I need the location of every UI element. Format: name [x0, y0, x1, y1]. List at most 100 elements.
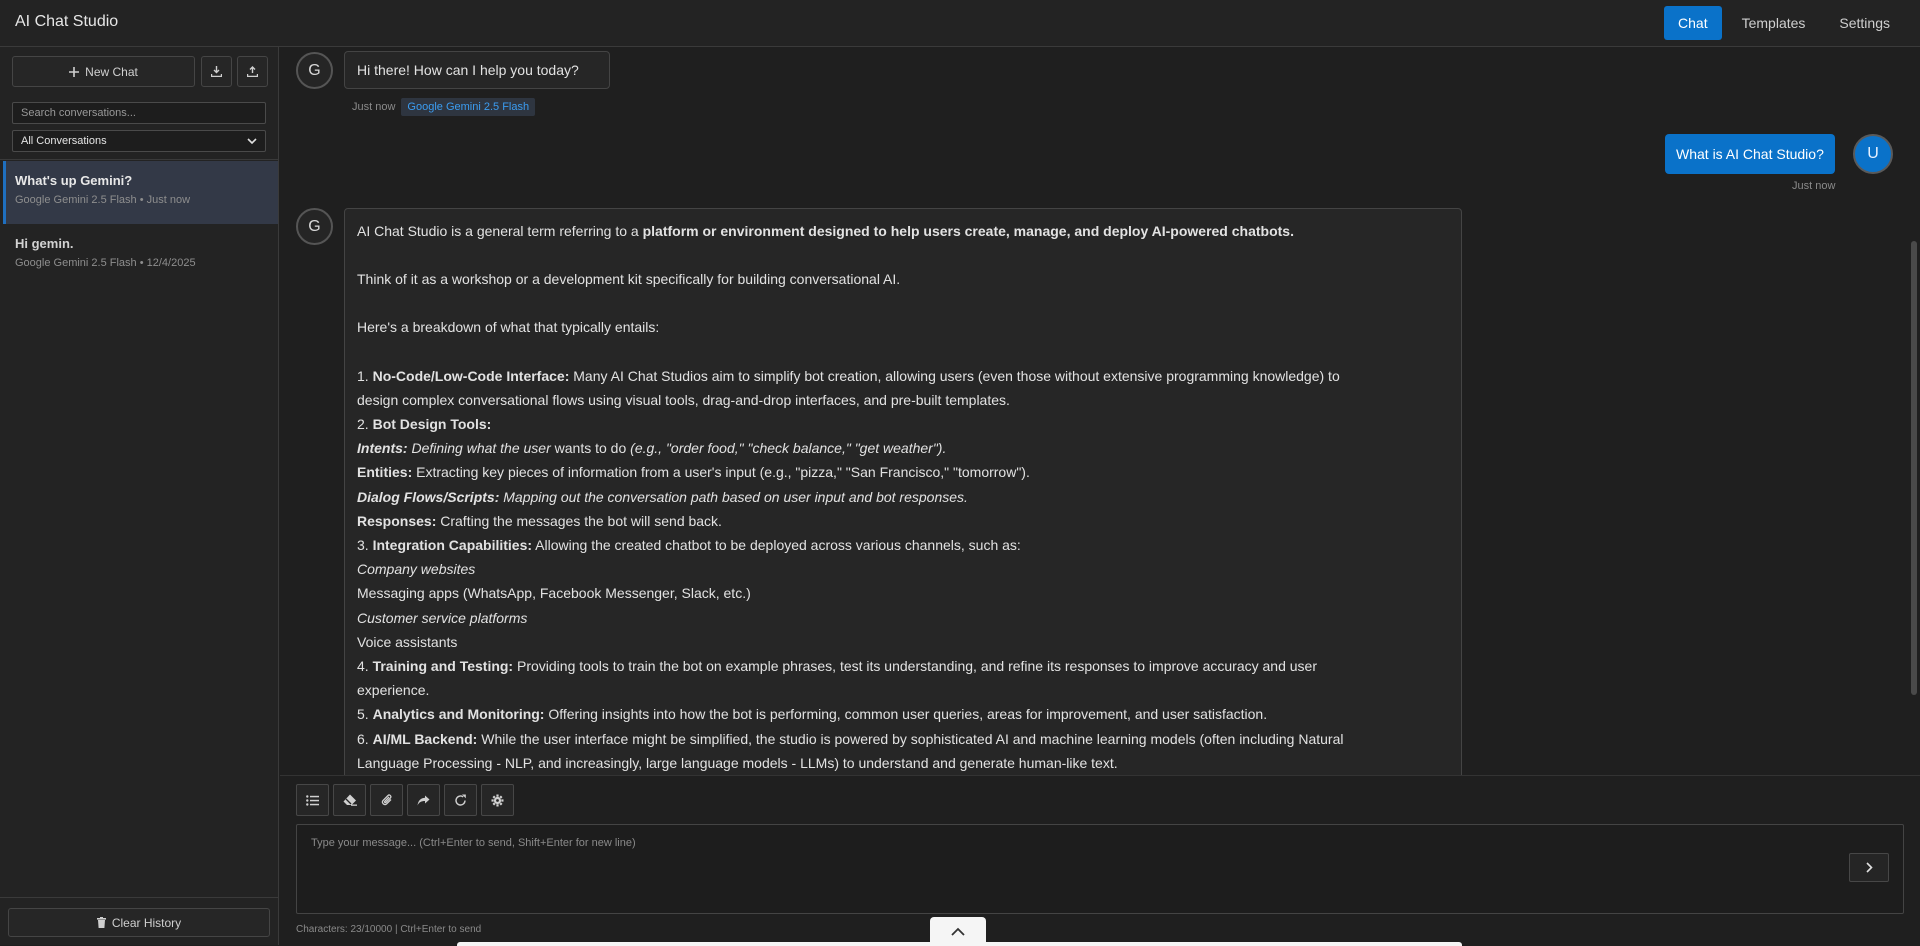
sidebar: New Chat All Conversations What's up Gem…	[0, 47, 279, 945]
bot-message: AI Chat Studio is a general term referri…	[344, 208, 1462, 775]
main-nav: Chat Templates Settings	[1658, 6, 1920, 40]
composer-toolbar	[296, 784, 517, 816]
conversation-title: What's up Gemini?	[15, 173, 133, 188]
send-button[interactable]	[1849, 853, 1889, 882]
nav-chat[interactable]: Chat	[1664, 6, 1722, 40]
conversation-filter-select[interactable]: All Conversations	[12, 130, 266, 152]
text: Offering insights into how the bot is pe…	[544, 706, 1268, 723]
list-item: Entities: Extracting key pieces of infor…	[357, 460, 1449, 484]
message-time: Just now	[352, 101, 396, 113]
bold-text: platform or environment designed to help…	[642, 223, 1294, 239]
app-title: AI Chat Studio	[15, 13, 119, 30]
text: 5.	[357, 706, 373, 723]
nav-templates[interactable]: Templates	[1728, 6, 1820, 40]
new-chat-label: New Chat	[85, 64, 138, 79]
regenerate-button[interactable]	[444, 784, 477, 816]
message-input-box	[296, 824, 1904, 914]
bot-avatar: G	[296, 52, 333, 89]
bold-text: Integration Capabilities:	[372, 537, 533, 554]
bold-text: Entities:	[357, 464, 413, 481]
text: 3.	[357, 537, 373, 554]
chat-scrollbar[interactable]	[1911, 241, 1917, 695]
list-item-cont: design complex conversational flows usin…	[357, 391, 1010, 408]
message-paragraph: Here's a breakdown of what that typicall…	[357, 319, 660, 336]
text: 6.	[357, 730, 373, 747]
bot-message: Hi there! How can I help you today?	[344, 51, 610, 89]
attach-button[interactable]	[370, 784, 403, 816]
bold-text: AI/ML Backend:	[372, 730, 478, 747]
bold-text: Bot Design Tools:	[372, 416, 492, 433]
share-button[interactable]	[407, 784, 440, 816]
plus-icon	[69, 66, 80, 77]
text: Crafting the messages the bot will send …	[436, 512, 722, 529]
message-time: Just now	[1792, 180, 1836, 192]
refresh-icon	[454, 794, 467, 807]
composer: Characters: 23/10000 | Ctrl+Enter to sen…	[280, 775, 1920, 946]
text: While the user interface might be simpli…	[477, 730, 1344, 747]
user-message: What is AI Chat Studio?	[1665, 134, 1835, 174]
list-item: Messaging apps (WhatsApp, Facebook Messe…	[357, 585, 751, 602]
message-input[interactable]	[297, 825, 1837, 913]
list-item: 3. Integration Capabilities: Allowing th…	[357, 533, 1449, 557]
list-item: 5. Analytics and Monitoring: Offering in…	[357, 702, 1449, 726]
list-item: 6. AI/ML Backend: While the user interfa…	[357, 727, 1449, 751]
conversation-subtitle: Google Gemini 2.5 Flash • Just now	[15, 194, 191, 206]
paperclip-icon	[381, 793, 393, 807]
import-button[interactable]	[237, 56, 268, 87]
list-item: Company websites	[357, 557, 1449, 581]
bot-avatar: G	[296, 208, 333, 245]
sidebar-actions: New Chat	[12, 56, 268, 87]
upload-icon	[247, 66, 258, 77]
bold-text: Responses:	[357, 512, 437, 529]
bold-text: Training and Testing:	[372, 658, 514, 675]
conversation-title: Hi gemin.	[15, 236, 74, 251]
filter-value: All Conversations	[21, 135, 107, 147]
download-icon	[211, 66, 222, 77]
list-item: Intents: Defining what the user wants to…	[357, 436, 1449, 460]
bold-italic-text: Dialog Flows/Scripts:	[357, 488, 500, 505]
clear-history-button[interactable]: Clear History	[8, 908, 270, 937]
divider	[0, 897, 279, 898]
list-item: Voice assistants	[357, 633, 458, 650]
list-item: 2. Bot Design Tools:	[357, 412, 1449, 436]
message-paragraph: AI Chat Studio is a general term referri…	[357, 219, 1449, 243]
share-icon	[417, 795, 430, 806]
bold-text: Analytics and Monitoring:	[372, 706, 545, 723]
text: Extracting key pieces of information fro…	[412, 464, 1030, 481]
user-avatar: U	[1853, 134, 1893, 174]
list-item: Dialog Flows/Scripts: Mapping out the co…	[357, 485, 1449, 509]
list-item: 4. Training and Testing: Providing tools…	[357, 654, 1449, 678]
settings-button[interactable]	[481, 784, 514, 816]
nav-settings[interactable]: Settings	[1825, 6, 1904, 40]
conversation-item[interactable]: Hi gemin. Google Gemini 2.5 Flash • 12/4…	[3, 224, 278, 287]
new-chat-button[interactable]: New Chat	[12, 56, 195, 87]
list-item: Customer service platforms	[357, 606, 1449, 630]
message-meta: Just now	[1792, 180, 1835, 192]
message-paragraph: Think of it as a workshop or a developme…	[357, 271, 901, 288]
trash-icon	[96, 917, 106, 928]
model-badge: Google Gemini 2.5 Flash	[401, 98, 536, 116]
message-text: Hi there! How can I help you today?	[357, 62, 579, 78]
clear-input-button[interactable]	[333, 784, 366, 816]
text: AI Chat Studio is a general term referri…	[357, 223, 643, 239]
search-conversations-input[interactable]	[12, 102, 266, 124]
list-item: Responses: Crafting the messages the bot…	[357, 509, 1449, 533]
text: 2.	[357, 416, 373, 433]
chat-messages[interactable]: G Hi there! How can I help you today? Ju…	[280, 47, 1920, 775]
italic-text: Company websites	[357, 561, 476, 578]
gear-icon	[491, 794, 504, 807]
expand-panel-button[interactable]	[930, 917, 986, 946]
chevron-down-icon	[247, 137, 257, 145]
chevron-up-icon	[951, 927, 965, 936]
list-icon	[306, 794, 319, 806]
message-meta: Just now Google Gemini 2.5 Flash	[352, 98, 536, 116]
conversation-item[interactable]: What's up Gemini? Google Gemini 2.5 Flas…	[3, 161, 278, 224]
export-button[interactable]	[201, 56, 232, 87]
chevron-right-icon	[1865, 862, 1873, 873]
italic-text: Mapping out the conversation path based …	[499, 488, 968, 505]
bold-italic-text: Intents:	[357, 440, 408, 457]
templates-button[interactable]	[296, 784, 329, 816]
italic-text: Defining what the user	[407, 440, 551, 457]
text: Providing tools to train the bot on exam…	[513, 658, 1317, 675]
text: Allowing the created chatbot to be deplo…	[532, 537, 1021, 554]
